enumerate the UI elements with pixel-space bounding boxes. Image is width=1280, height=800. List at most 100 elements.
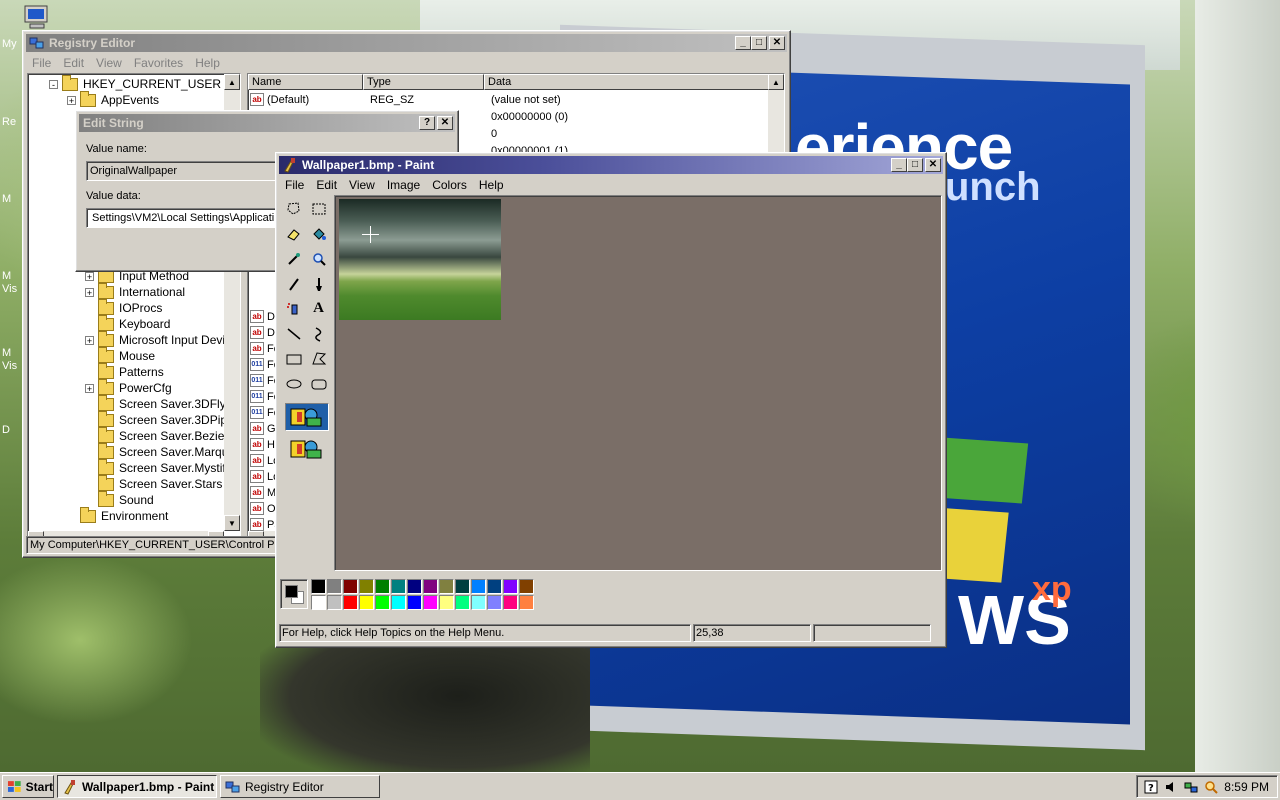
value-row[interactable]: ab H xyxy=(250,436,275,453)
desktop-icon-label[interactable]: D xyxy=(2,424,10,436)
network-icon[interactable] xyxy=(1184,780,1198,794)
tree-item[interactable]: Screen Saver.Mystify xyxy=(98,458,232,476)
palette-color-swatch[interactable] xyxy=(311,579,326,594)
palette-color-swatch[interactable] xyxy=(375,579,390,594)
taskbar-button-registry-editor[interactable]: Registry Editor xyxy=(220,775,380,798)
column-header-data[interactable]: Data xyxy=(484,74,774,90)
value-row[interactable]: ab G xyxy=(250,420,276,437)
eraser-tool[interactable] xyxy=(282,222,305,245)
palette-color-swatch[interactable] xyxy=(503,595,518,610)
desktop-icon-label[interactable]: My xyxy=(2,38,17,50)
column-header-name[interactable]: Name xyxy=(248,74,363,90)
scroll-up-button[interactable]: ▲ xyxy=(224,74,240,90)
help-button[interactable]: ? xyxy=(419,116,435,130)
value-row[interactable]: ab M xyxy=(250,484,276,501)
palette-color-swatch[interactable] xyxy=(359,579,374,594)
rectangle-select-tool[interactable] xyxy=(307,197,330,220)
tree-item[interactable]: Patterns xyxy=(98,362,164,380)
fill-style-option-2[interactable] xyxy=(285,435,329,463)
text-tool[interactable]: A xyxy=(307,297,330,320)
my-computer-icon[interactable] xyxy=(22,4,52,32)
desktop-icon-label[interactable]: M xyxy=(2,347,11,359)
palette-color-swatch[interactable] xyxy=(519,595,534,610)
value-row[interactable]: ab O xyxy=(250,500,276,517)
tree-item[interactable]: Screen Saver.Bezier xyxy=(98,426,228,444)
expand-icon[interactable]: + xyxy=(85,271,94,281)
tree-item[interactable]: IOProcs xyxy=(98,298,162,316)
clock[interactable]: 8:59 PM xyxy=(1224,780,1269,794)
pencil-tool[interactable] xyxy=(282,272,305,295)
search-icon[interactable] xyxy=(1204,780,1219,794)
rounded-rectangle-tool[interactable] xyxy=(307,372,330,395)
palette-color-swatch[interactable] xyxy=(423,579,438,594)
palette-color-swatch[interactable] xyxy=(471,595,486,610)
paint-titlebar[interactable]: Wallpaper1.bmp - Paint _ □ ✕ xyxy=(279,156,943,174)
fill-style-option-1[interactable] xyxy=(285,403,329,431)
tree-item[interactable]: - HKEY_CURRENT_USER xyxy=(49,74,221,92)
paint-canvas-area[interactable] xyxy=(334,195,942,571)
value-row[interactable]: ab (Default) REG_SZ (value not set) xyxy=(250,91,770,108)
tree-item[interactable]: + Microsoft Input Devices xyxy=(85,330,240,348)
desktop-icon-label[interactable]: M xyxy=(2,193,11,205)
menu-colors[interactable]: Colors xyxy=(426,178,473,192)
help-icon[interactable]: ? xyxy=(1144,780,1158,794)
desktop-icon-label[interactable]: M xyxy=(2,270,11,282)
palette-color-swatch[interactable] xyxy=(487,595,502,610)
maximize-button[interactable]: □ xyxy=(751,36,767,50)
value-row[interactable]: ab D xyxy=(250,324,275,341)
expand-icon[interactable]: + xyxy=(85,287,94,297)
minimize-button[interactable]: _ xyxy=(735,36,751,50)
close-button[interactable]: ✕ xyxy=(925,158,941,172)
palette-color-swatch[interactable] xyxy=(327,595,342,610)
value-row[interactable]: ab D xyxy=(250,308,275,325)
palette-color-swatch[interactable] xyxy=(503,579,518,594)
palette-color-swatch[interactable] xyxy=(471,579,486,594)
desktop-icon-label[interactable]: Re xyxy=(2,116,16,128)
menu-edit[interactable]: Edit xyxy=(310,178,343,192)
tree-item[interactable]: Screen Saver.Marquee xyxy=(98,442,240,460)
volume-icon[interactable] xyxy=(1164,780,1178,794)
menu-view[interactable]: View xyxy=(90,56,128,70)
palette-color-swatch[interactable] xyxy=(455,595,470,610)
desktop-icon-label[interactable]: Vis xyxy=(2,360,17,372)
tree-item[interactable]: Environment xyxy=(80,506,168,524)
palette-color-swatch[interactable] xyxy=(407,579,422,594)
menu-help[interactable]: Help xyxy=(189,56,226,70)
minimize-button[interactable]: _ xyxy=(891,158,907,172)
magnifier-tool[interactable] xyxy=(307,247,330,270)
expand-icon[interactable]: + xyxy=(85,383,94,393)
palette-color-swatch[interactable] xyxy=(375,595,390,610)
close-button[interactable]: ✕ xyxy=(769,36,785,50)
column-header-type[interactable]: Type xyxy=(363,74,484,90)
maximize-button[interactable]: □ xyxy=(907,158,923,172)
taskbar-button-paint[interactable]: Wallpaper1.bmp - Paint xyxy=(57,775,217,798)
expand-icon[interactable]: + xyxy=(67,95,76,105)
menu-help[interactable]: Help xyxy=(473,178,510,192)
curve-tool[interactable] xyxy=(307,322,330,345)
palette-color-swatch[interactable] xyxy=(423,595,438,610)
tree-item[interactable]: Keyboard xyxy=(98,314,170,332)
palette-color-swatch[interactable] xyxy=(311,595,326,610)
tree-item[interactable]: + AppEvents xyxy=(67,90,159,108)
collapse-icon[interactable]: - xyxy=(49,79,58,89)
palette-color-swatch[interactable] xyxy=(391,579,406,594)
menu-file[interactable]: File xyxy=(279,178,310,192)
tree-item[interactable]: Screen Saver.Stars xyxy=(98,474,222,492)
palette-color-swatch[interactable] xyxy=(343,595,358,610)
polygon-tool[interactable] xyxy=(307,347,330,370)
paint-window[interactable]: Wallpaper1.bmp - Paint _ □ ✕ File Edit V… xyxy=(275,152,947,648)
desktop-icon-label[interactable]: Vis xyxy=(2,283,17,295)
palette-color-swatch[interactable] xyxy=(439,595,454,610)
scroll-down-button[interactable]: ▼ xyxy=(224,515,240,531)
palette-color-swatch[interactable] xyxy=(439,579,454,594)
start-button[interactable]: Start xyxy=(2,775,54,798)
color-picker-tool[interactable] xyxy=(282,247,305,270)
ellipse-tool[interactable] xyxy=(282,372,305,395)
menu-favorites[interactable]: Favorites xyxy=(128,56,189,70)
palette-color-swatch[interactable] xyxy=(391,595,406,610)
fill-tool[interactable] xyxy=(307,222,330,245)
scroll-up-button[interactable]: ▲ xyxy=(768,74,784,90)
menu-file[interactable]: File xyxy=(26,56,57,70)
menu-edit[interactable]: Edit xyxy=(57,56,90,70)
menu-image[interactable]: Image xyxy=(381,178,426,192)
